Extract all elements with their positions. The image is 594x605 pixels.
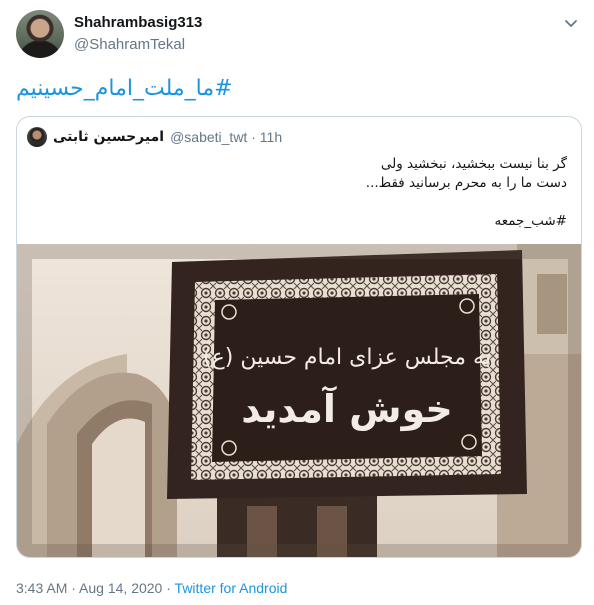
tweet-hashtag[interactable]: #ما_ملت_امام_حسینیم	[16, 76, 233, 101]
author-name[interactable]: Shahrambasig313	[74, 14, 202, 31]
quoted-text-line: گر بنا نیست ببخشید، نبخشید ولی	[380, 156, 567, 172]
quoted-time[interactable]: 11h	[260, 129, 282, 145]
quoted-text-line: دست ما را به محرم برسانید فقط...	[365, 175, 567, 191]
user-avatar[interactable]	[16, 10, 64, 58]
tweet-source-link[interactable]: Twitter for Android	[175, 580, 288, 596]
mourning-banner-photo: به مجلس عزای امام حسین (ع) خوش آمدید	[17, 244, 581, 557]
tweet-footer: 3:43 AM · Aug 14, 2020 · Twitter for And…	[16, 580, 287, 596]
quoted-tweet-text: گر بنا نیست ببخشید، نبخشید ولی دست ما را…	[47, 155, 567, 231]
quoted-tweet[interactable]: امیرحسین ثابتی @sabeti_twt · 11h گر بنا …	[16, 116, 582, 558]
banner-text-line2: خوش آمدید	[241, 385, 453, 431]
footer-separator: ·	[67, 580, 80, 596]
tweet-time[interactable]: 3:43 AM	[16, 580, 67, 596]
quoted-tweet-image[interactable]: به مجلس عزای امام حسین (ع) خوش آمدید	[17, 244, 581, 557]
quoted-author-avatar[interactable]	[27, 127, 47, 147]
footer-separator: ·	[162, 580, 175, 596]
chevron-down-icon[interactable]	[562, 14, 580, 32]
quoted-tweet-header: امیرحسین ثابتی @sabeti_twt · 11h	[27, 127, 282, 147]
banner-text-line1: به مجلس عزای امام حسین (ع)	[203, 345, 491, 370]
quoted-hashtag[interactable]: #شب_جمعه	[47, 212, 567, 231]
tweet: Shahrambasig313 @ShahramTekal #ما_ملت_ام…	[0, 0, 594, 605]
quoted-author-handle[interactable]: @sabeti_twt	[170, 129, 247, 145]
quoted-separator: ·	[247, 129, 260, 145]
tweet-date[interactable]: Aug 14, 2020	[79, 580, 162, 596]
quoted-author-name[interactable]: امیرحسین ثابتی	[53, 129, 164, 145]
author-handle[interactable]: @ShahramTekal	[74, 36, 185, 53]
